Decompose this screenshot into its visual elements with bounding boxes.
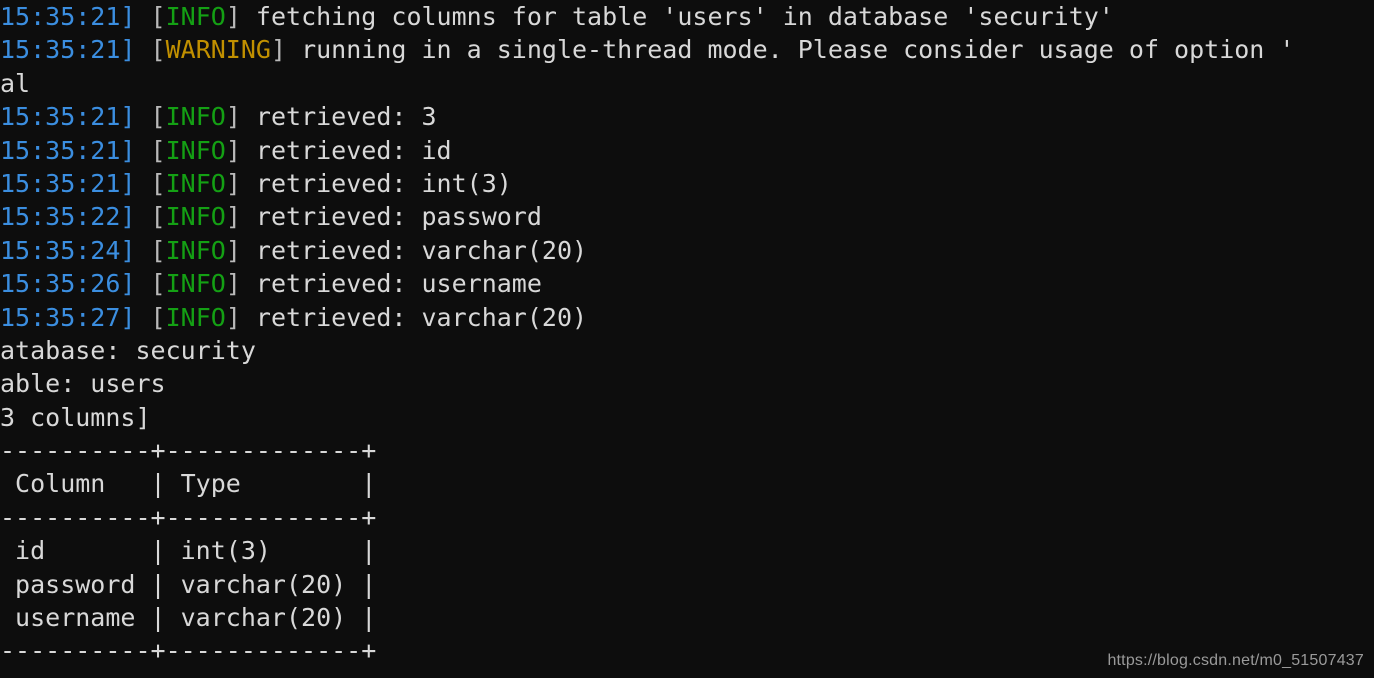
log-message: running in a single-thread mode. Please …	[286, 35, 1295, 65]
log-level-info: INFO	[165, 202, 226, 232]
log-timestamp: 15:35:26]	[0, 269, 136, 299]
result-table-text: id | int(3) |	[0, 536, 377, 566]
result-table-text: ----------+-------------+	[0, 502, 377, 532]
bracket-close: ]	[225, 302, 241, 332]
terminal-output[interactable]: 15:35:21] [INFO] fetching columns for ta…	[0, 0, 1374, 668]
log-message: retrieved: varchar(20)	[240, 302, 588, 332]
plain-line-text: 3 columns]	[0, 402, 151, 432]
log-line: 15:35:21] [INFO] retrieved: 3	[0, 100, 1374, 133]
log-level-info: INFO	[165, 168, 226, 198]
log-timestamp: 15:35:21]	[0, 2, 136, 31]
log-timestamp: 15:35:21]	[0, 35, 136, 65]
log-message: retrieved: id	[240, 135, 452, 165]
log-message: retrieved: int(3)	[240, 168, 512, 198]
log-level-info: INFO	[165, 135, 226, 165]
plain-line-text: able: users	[0, 369, 166, 399]
result-table-text: username | varchar(20) |	[0, 603, 377, 633]
plain-line-text: atabase: security	[0, 335, 256, 365]
bracket-close: ]	[225, 102, 241, 132]
bracket-close: ]	[225, 2, 241, 31]
log-timestamp: 15:35:27]	[0, 302, 136, 332]
bracket-open: [	[150, 35, 166, 65]
plain-line-text: al	[0, 68, 31, 98]
log-message: retrieved: 3	[240, 102, 437, 132]
bracket-close: ]	[225, 135, 241, 165]
log-line: 15:35:24] [INFO] retrieved: varchar(20)	[0, 234, 1374, 267]
log-level-info: INFO	[165, 302, 226, 332]
bracket-close: ]	[225, 168, 241, 198]
log-level-info: INFO	[165, 102, 226, 132]
result-table-line: Column | Type |	[0, 467, 1374, 500]
bracket-open: [	[150, 269, 166, 299]
bracket-open: [	[150, 135, 166, 165]
log-message: retrieved: username	[240, 269, 542, 299]
log-timestamp: 15:35:24]	[0, 235, 136, 265]
result-table-line: ----------+-------------+	[0, 434, 1374, 467]
watermark-url: https://blog.csdn.net/m0_51507437	[1107, 652, 1364, 669]
result-table-text: password | varchar(20) |	[0, 569, 377, 599]
bracket-open: [	[150, 102, 166, 132]
log-line: 15:35:22] [INFO] retrieved: password	[0, 200, 1374, 233]
result-table-text: Column | Type |	[0, 469, 377, 499]
bracket-close: ]	[225, 269, 241, 299]
result-table-line: id | int(3) |	[0, 534, 1374, 567]
bracket-open: [	[150, 2, 166, 31]
log-level-info: INFO	[165, 269, 226, 299]
log-timestamp: 15:35:22]	[0, 202, 136, 232]
plain-line: al	[0, 67, 1374, 100]
plain-line: able: users	[0, 367, 1374, 400]
log-line: 15:35:26] [INFO] retrieved: username	[0, 267, 1374, 300]
result-table-line: username | varchar(20) |	[0, 601, 1374, 634]
log-line: 15:35:21] [WARNING] running in a single-…	[0, 33, 1374, 66]
log-line: 15:35:27] [INFO] retrieved: varchar(20)	[0, 301, 1374, 334]
terminal-window[interactable]: 15:35:21] [INFO] fetching columns for ta…	[0, 0, 1374, 678]
log-timestamp: 15:35:21]	[0, 168, 136, 198]
bracket-close: ]	[270, 35, 287, 65]
result-table-text: ----------+-------------+	[0, 636, 377, 666]
log-line: 15:35:21] [INFO] retrieved: id	[0, 134, 1374, 167]
log-timestamp: 15:35:21]	[0, 102, 136, 132]
log-level-info: INFO	[165, 2, 226, 31]
result-table-text: ----------+-------------+	[0, 436, 377, 466]
bracket-open: [	[150, 235, 166, 265]
log-timestamp: 15:35:21]	[0, 135, 136, 165]
result-table-line: password | varchar(20) |	[0, 568, 1374, 601]
plain-line: 3 columns]	[0, 401, 1374, 434]
bracket-open: [	[150, 168, 166, 198]
bracket-close: ]	[225, 235, 241, 265]
log-line: 15:35:21] [INFO] retrieved: int(3)	[0, 167, 1374, 200]
log-level-warning: WARNING	[165, 35, 271, 65]
bracket-close: ]	[225, 202, 241, 232]
result-table-line: ----------+-------------+	[0, 501, 1374, 534]
bracket-open: [	[150, 302, 166, 332]
log-level-info: INFO	[165, 235, 226, 265]
bracket-open: [	[150, 202, 166, 232]
log-message: retrieved: password	[240, 202, 542, 232]
plain-line: atabase: security	[0, 334, 1374, 367]
log-line: 15:35:21] [INFO] fetching columns for ta…	[0, 0, 1374, 33]
log-message: retrieved: varchar(20)	[240, 235, 588, 265]
log-message: fetching columns for table 'users' in da…	[240, 2, 1114, 31]
